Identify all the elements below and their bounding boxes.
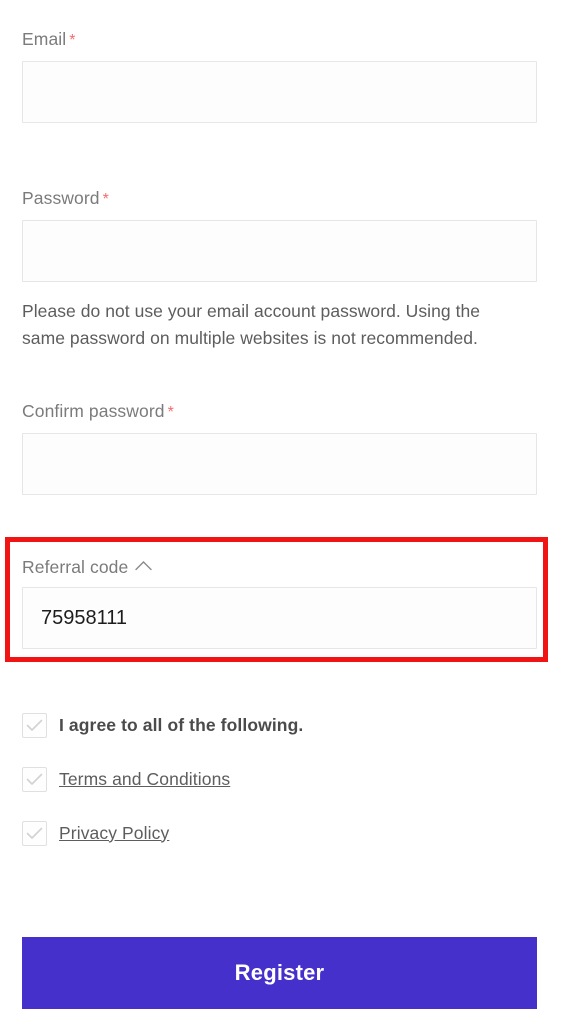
email-input[interactable]	[22, 61, 537, 123]
password-help-text: Please do not use your email account pas…	[22, 301, 481, 348]
check-icon	[26, 773, 43, 785]
confirm-password-label-text: Confirm password	[22, 401, 165, 421]
privacy-policy-link[interactable]: Privacy Policy	[59, 823, 169, 844]
chevron-up-icon[interactable]	[135, 560, 153, 571]
agreements-group: I agree to all of the following. Terms a…	[22, 709, 522, 849]
email-label: Email *	[22, 28, 537, 52]
confirm-password-required-asterisk: *	[167, 404, 174, 421]
register-button[interactable]: Register	[22, 937, 537, 1009]
agreement-row-privacy[interactable]: Privacy Policy	[22, 817, 522, 849]
confirm-password-input[interactable]	[22, 433, 537, 495]
check-icon	[26, 827, 43, 839]
checkbox-privacy[interactable]	[22, 820, 47, 846]
check-icon	[26, 719, 43, 731]
confirm-password-label: Confirm password *	[22, 400, 537, 424]
password-required-asterisk: *	[102, 191, 109, 208]
email-label-text: Email	[22, 29, 67, 49]
referral-code-label[interactable]: Referral code	[22, 556, 537, 578]
password-label-text: Password	[22, 188, 100, 208]
confirm-password-field-group: Confirm password *	[22, 400, 537, 495]
referral-code-field-group: Referral code	[22, 556, 537, 649]
password-label: Password *	[22, 187, 537, 211]
password-input[interactable]	[22, 220, 537, 282]
checkbox-agree-all[interactable]	[22, 712, 47, 738]
email-required-asterisk: *	[69, 32, 76, 49]
agreement-label-agree-all: I agree to all of the following.	[59, 714, 304, 735]
agreement-row-terms[interactable]: Terms and Conditions	[22, 763, 522, 795]
email-field-group: Email *	[22, 28, 537, 123]
password-field-group: Password *	[22, 187, 537, 282]
registration-form: Email * Password * Please do not use your …	[0, 0, 568, 1024]
referral-code-input[interactable]	[22, 587, 537, 649]
checkbox-terms[interactable]	[22, 766, 47, 792]
agreement-row-agree-all[interactable]: I agree to all of the following.	[22, 709, 522, 741]
referral-code-label-text: Referral code	[22, 557, 129, 577]
terms-and-conditions-link[interactable]: Terms and Conditions	[59, 769, 230, 790]
